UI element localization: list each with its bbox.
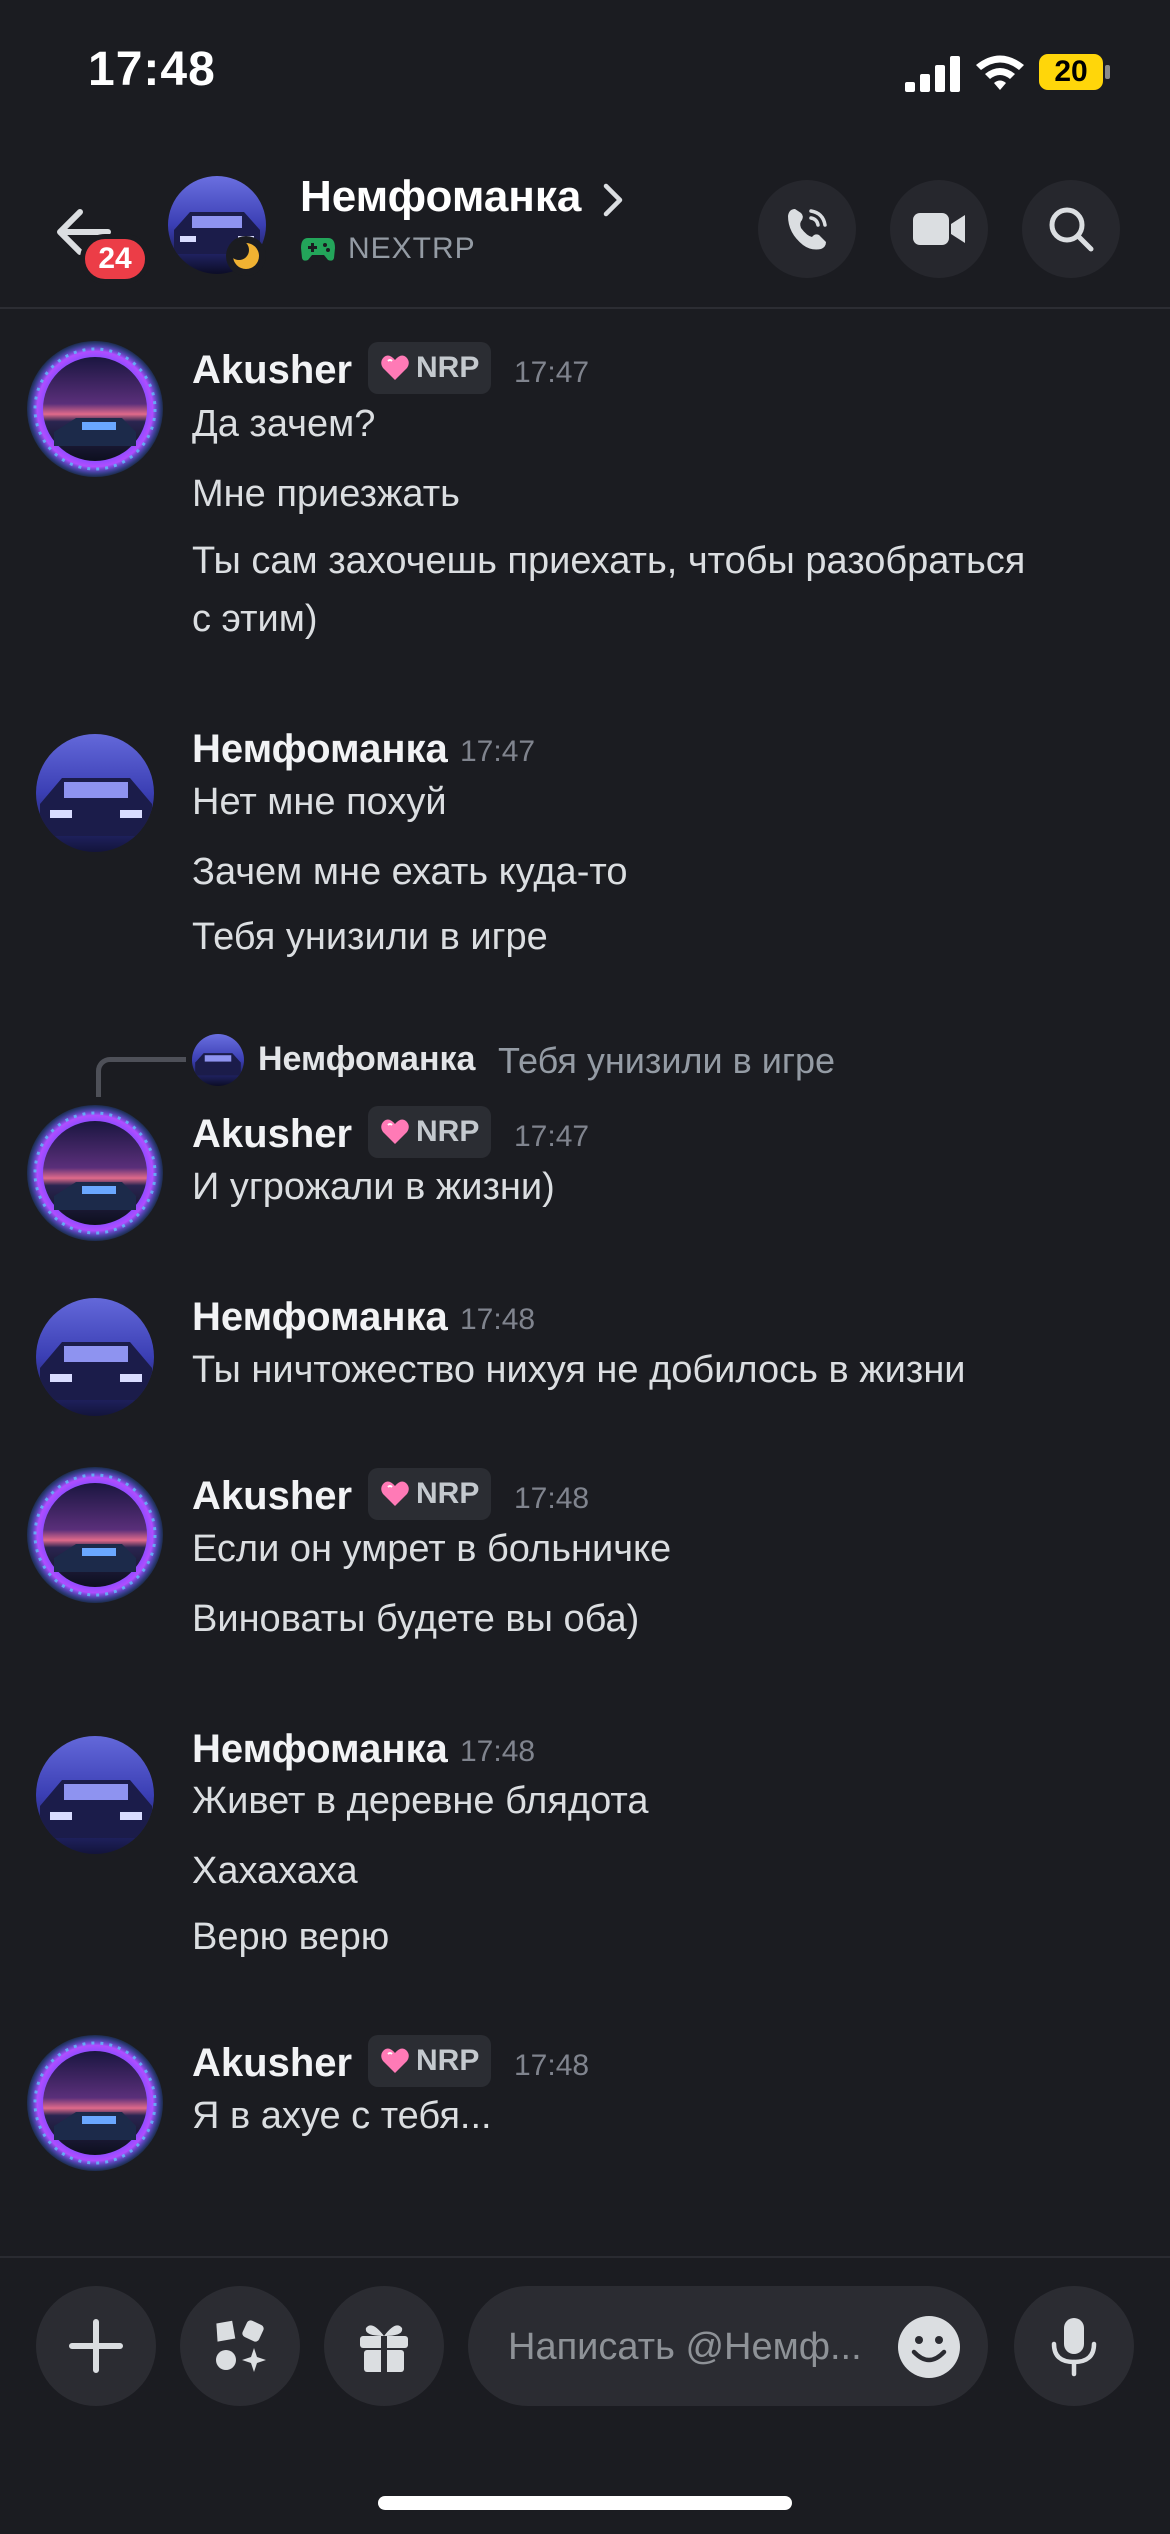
- message-text[interactable]: Да зачем?: [192, 395, 375, 453]
- message-text[interactable]: Ты сам захочешь приехать, чтобы разобрат…: [192, 532, 1025, 590]
- message-timestamp: 17:48: [514, 1482, 590, 1515]
- clock: 17:48: [88, 43, 216, 96]
- dm-username[interactable]: Немфоманка: [300, 172, 581, 222]
- message-username[interactable]: Немфоманка: [192, 727, 448, 772]
- message-text[interactable]: Мне приезжать: [192, 465, 460, 523]
- chevron-right-icon[interactable]: [600, 180, 628, 220]
- activity-name: NEXTRP: [348, 232, 476, 265]
- server-tag[interactable]: NRP: [368, 1468, 492, 1520]
- message-text[interactable]: Нет мне похуй: [192, 773, 447, 831]
- emoji-face-icon[interactable]: [896, 2314, 962, 2380]
- message-text[interactable]: Ты ничтожество нихуя не добилось в жизни: [192, 1341, 966, 1399]
- idle-status-icon: [226, 236, 266, 276]
- message-list[interactable]: Akusher NRP 17:47 Да зачем? Мне приезжать Ты …: [0, 308, 1170, 2258]
- reply-text[interactable]: Тебя унизили в игре: [498, 1040, 835, 1082]
- message-username[interactable]: Akusher: [192, 1474, 352, 1519]
- message-username[interactable]: Немфоманка: [192, 1295, 448, 1340]
- message-username[interactable]: Akusher: [192, 1112, 352, 1157]
- message-timestamp: 17:48: [514, 2049, 590, 2082]
- message-text[interactable]: Зачем мне ехать куда-то: [192, 843, 627, 901]
- user-avatar[interactable]: [26, 340, 164, 478]
- reply-username[interactable]: Немфоманка: [258, 1040, 475, 1079]
- heart-icon: [381, 2048, 409, 2073]
- user-avatar[interactable]: [26, 1104, 164, 1242]
- user-avatar[interactable]: [26, 1288, 164, 1426]
- message-timestamp: 17:47: [460, 735, 536, 768]
- apps-button[interactable]: [180, 2286, 300, 2406]
- wifi-icon: [976, 55, 1024, 90]
- unread-count-badge: 24: [80, 234, 150, 284]
- apps-icon: [216, 2320, 266, 2372]
- reply-avatar: [192, 1034, 244, 1086]
- message-text[interactable]: И угрожали в жизни): [192, 1158, 555, 1216]
- gamepad-icon: [301, 238, 335, 261]
- heart-icon: [381, 355, 409, 380]
- user-avatar[interactable]: [26, 2034, 164, 2172]
- user-avatar[interactable]: [26, 1466, 164, 1604]
- message-text[interactable]: Виноваты будете вы оба): [192, 1590, 639, 1648]
- reply-connector: [96, 1057, 186, 1097]
- gift-button[interactable]: [324, 2286, 444, 2406]
- attach-button[interactable]: [36, 2286, 156, 2406]
- home-indicator: [378, 2496, 792, 2510]
- message-text[interactable]: Я в ахуе с тебя...: [192, 2087, 492, 2145]
- microphone-icon: [1051, 2318, 1097, 2377]
- server-tag-label: NRP: [416, 1115, 480, 1148]
- message-username[interactable]: Akusher: [192, 348, 352, 393]
- server-tag[interactable]: NRP: [368, 1106, 492, 1158]
- server-tag[interactable]: NRP: [368, 342, 492, 394]
- message-timestamp: 17:47: [514, 356, 590, 389]
- battery-indicator: 20: [1038, 52, 1112, 92]
- server-tag[interactable]: NRP: [368, 2035, 492, 2087]
- user-avatar[interactable]: [26, 1726, 164, 1864]
- heart-icon: [381, 1119, 409, 1144]
- message-timestamp: 17:48: [460, 1735, 536, 1768]
- voice-message-button[interactable]: [1014, 2286, 1134, 2406]
- phone-call-icon: [788, 209, 827, 250]
- message-timestamp: 17:48: [460, 1303, 536, 1336]
- user-avatar[interactable]: [26, 724, 164, 862]
- message-text[interactable]: Хахахаха: [192, 1842, 358, 1900]
- message-composer[interactable]: [468, 2286, 988, 2406]
- battery-level: 20: [1054, 55, 1088, 88]
- message-text[interactable]: Если он умрет в больничке: [192, 1520, 671, 1578]
- message-text[interactable]: с этим): [192, 590, 318, 648]
- video-call-button[interactable]: [890, 180, 988, 278]
- composer-bar: [0, 2256, 1170, 2534]
- status-bar: 17:48 20: [0, 0, 1170, 150]
- message-text[interactable]: Верю верю: [192, 1908, 389, 1966]
- search-button[interactable]: [1022, 180, 1120, 278]
- activity-status: NEXTRP: [300, 232, 476, 266]
- message-input[interactable]: [506, 2314, 890, 2380]
- message-username[interactable]: Akusher: [192, 2041, 352, 2086]
- server-tag-label: NRP: [416, 351, 480, 384]
- video-camera-icon: [913, 213, 965, 245]
- plus-icon: [69, 2319, 123, 2373]
- heart-icon: [381, 1481, 409, 1506]
- message-text[interactable]: Тебя унизили в игре: [192, 908, 548, 966]
- search-icon: [1049, 207, 1094, 252]
- voice-call-button[interactable]: [758, 180, 856, 278]
- channel-header: 24 Немфоманка NEXTRP: [0, 150, 1170, 309]
- message-username[interactable]: Немфоманка: [192, 1727, 448, 1772]
- server-tag-label: NRP: [416, 1477, 480, 1510]
- server-tag-label: NRP: [416, 2044, 480, 2077]
- message-text[interactable]: Живет в деревне блядота: [192, 1772, 648, 1830]
- message-timestamp: 17:47: [514, 1120, 590, 1153]
- gift-icon: [360, 2325, 408, 2372]
- cellular-signal-icon: [905, 56, 960, 92]
